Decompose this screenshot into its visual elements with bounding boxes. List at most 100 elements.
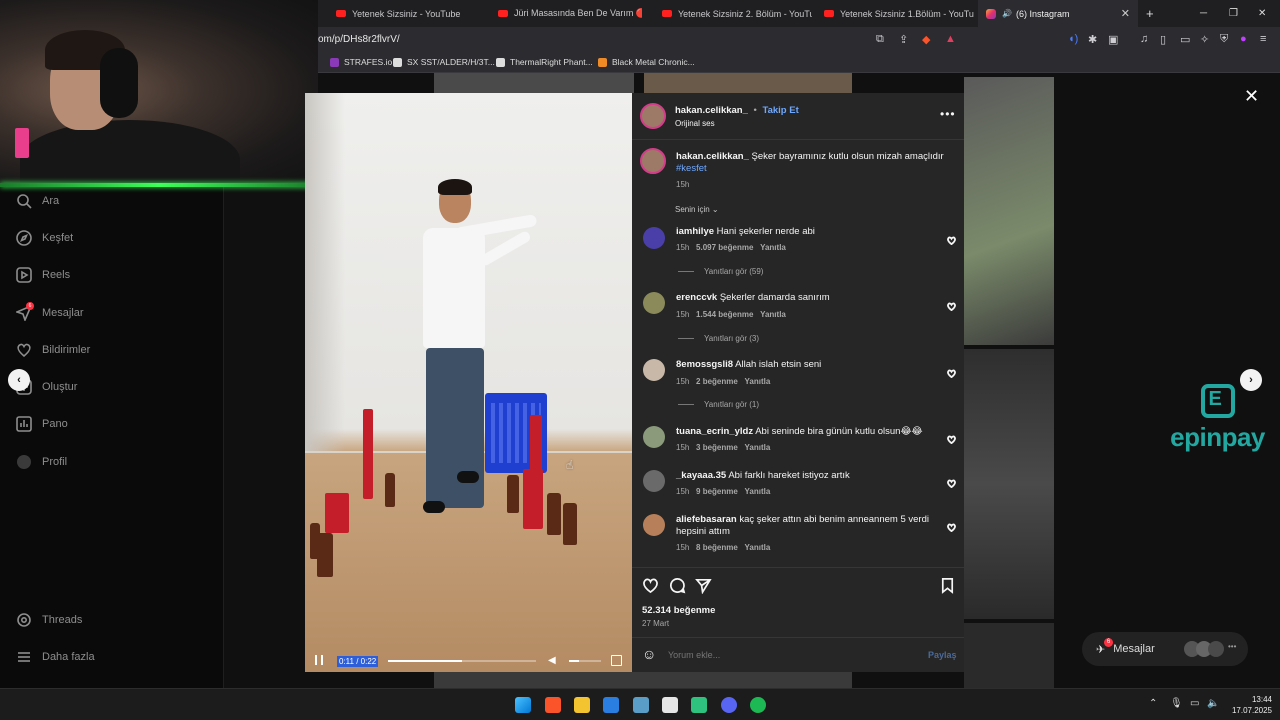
sidebar-item-search[interactable]: Ara <box>16 193 59 209</box>
sidebar-item-notifications[interactable]: Bildirimler <box>16 342 90 358</box>
emoji-icon[interactable]: ☺ <box>642 646 656 662</box>
restore-icon[interactable]: ❐ <box>1229 0 1238 27</box>
comment-like-button[interactable] <box>947 232 956 246</box>
url-field[interactable]: om/p/DHs8r2flvrV/ <box>318 34 400 45</box>
more-options-icon[interactable]: ••• <box>940 107 956 121</box>
comment-icon[interactable] <box>669 577 686 594</box>
comment-likes[interactable]: 5.097 beğenme <box>696 243 753 252</box>
bookmark-item[interactable]: SX SST/ALDER/H/3T... <box>393 57 495 67</box>
comment-like-button[interactable] <box>947 519 956 533</box>
comment-avatar[interactable] <box>643 292 665 314</box>
prev-post-button[interactable]: ‹ <box>8 369 30 391</box>
like-icon[interactable] <box>642 577 659 594</box>
comment-filter[interactable]: Senin için ⌄ <box>675 205 719 214</box>
minimize-icon[interactable]: ─ <box>1200 0 1207 27</box>
volume-icon[interactable]: ◀ <box>548 655 556 666</box>
messages-pill[interactable]: ✈ 6 Mesajlar ••• <box>1082 632 1248 666</box>
comment-username[interactable]: tuana_ecrin_yldz <box>676 426 753 437</box>
fullscreen-icon[interactable] <box>611 655 622 666</box>
comment-likes[interactable]: 2 beğenme <box>696 377 738 386</box>
volume-tray-icon[interactable]: 🔈 <box>1207 698 1219 709</box>
share-icon[interactable] <box>695 577 712 594</box>
comment-username[interactable]: _kayaaa.35 <box>676 470 726 481</box>
audio-icon[interactable]: ◖) <box>1068 33 1078 45</box>
reply-button[interactable]: Yanıtla <box>745 543 771 552</box>
profile-icon[interactable]: ● <box>1240 33 1247 45</box>
bookmark-item[interactable]: STRAFES.io <box>330 57 392 67</box>
view-replies-button[interactable]: Yanıtları gör (59) <box>678 267 763 276</box>
reply-button[interactable]: Yanıtla <box>745 487 771 496</box>
photos-icon[interactable] <box>603 697 619 713</box>
leo-icon[interactable]: ✧ <box>1200 33 1209 46</box>
bookmark-item[interactable]: Black Metal Chronic... <box>598 57 695 67</box>
close-window-icon[interactable]: ✕ <box>1258 0 1266 27</box>
caption-avatar[interactable] <box>640 148 666 174</box>
browser-tab[interactable]: Yetenek Sizsiniz 1.Bölüm - YouTube <box>824 0 974 27</box>
view-replies-button[interactable]: Yanıtları gör (1) <box>678 400 759 409</box>
comment-like-button[interactable] <box>947 298 956 312</box>
hashtag-link[interactable]: #kesfet <box>676 163 707 174</box>
author-username[interactable]: hakan.celikkan_ <box>675 105 748 116</box>
likes-count[interactable]: 52.314 beğenme <box>642 605 715 616</box>
bookmark-icon[interactable] <box>939 577 956 594</box>
author-avatar[interactable] <box>640 103 666 129</box>
notepad-icon[interactable] <box>662 697 678 713</box>
close-tab-icon[interactable]: ✕ <box>1121 7 1130 20</box>
comment-avatar[interactable] <box>643 470 665 492</box>
reply-button[interactable]: Yanıtla <box>745 443 771 452</box>
browser-tab[interactable]: Yetenek Sizsiniz 2. Bölüm - YouTube <box>662 0 812 27</box>
tray-overflow-icon[interactable]: ⌃ <box>1149 698 1157 709</box>
comment-like-button[interactable] <box>947 365 956 379</box>
app-icon[interactable] <box>633 697 649 713</box>
pause-icon[interactable] <box>315 655 323 665</box>
comment-avatar[interactable] <box>643 227 665 249</box>
reply-button[interactable]: Yanıtla <box>745 377 771 386</box>
system-clock[interactable]: 13:44 17.07.2025 <box>1222 694 1272 716</box>
app-icon[interactable] <box>691 697 707 713</box>
comment-username[interactable]: iamhilye <box>676 226 714 237</box>
menu-icon[interactable]: ≡ <box>1260 33 1266 45</box>
reply-button[interactable]: Yanıtla <box>760 243 786 252</box>
close-modal-icon[interactable]: ✕ <box>1244 86 1259 107</box>
microphone-icon[interactable]: 🎙 <box>1170 698 1183 709</box>
sidebar-item-explore[interactable]: Keşfet <box>16 230 73 246</box>
comment-likes[interactable]: 1.544 beğenme <box>696 310 753 319</box>
post-comment-button[interactable]: Paylaş <box>928 650 957 660</box>
share-icon[interactable]: ⇪ <box>899 33 908 46</box>
browser-tab[interactable]: Jüri Masasında Ben De Varım 🔴 | Yet <box>498 0 642 27</box>
open-external-icon[interactable]: ⧉ <box>876 33 884 46</box>
comment-likes[interactable]: 8 beğenme <box>696 543 738 552</box>
sidebar-item-threads[interactable]: Threads <box>16 612 82 628</box>
view-replies-button[interactable]: Yanıtları gör (3) <box>678 334 759 343</box>
comment-avatar[interactable] <box>643 359 665 381</box>
new-tab-button[interactable]: + <box>1146 0 1154 27</box>
brave-icon[interactable] <box>545 697 561 713</box>
extensions-icon[interactable]: ✱ <box>1088 33 1097 46</box>
brave-shield-icon[interactable]: ◆ <box>922 33 930 46</box>
comment-avatar[interactable] <box>643 514 665 536</box>
caption-username[interactable]: hakan.celikkan_ <box>676 151 749 162</box>
comment-avatar[interactable] <box>643 426 665 448</box>
video-progress-bar[interactable] <box>388 660 536 662</box>
audio-label[interactable]: Orijinal ses <box>675 119 715 128</box>
sidebar-item-more[interactable]: Daha fazla <box>16 649 95 665</box>
windows-start-icon[interactable] <box>515 697 531 713</box>
sidebar-item-messages[interactable]: 6 Mesajlar <box>16 302 84 321</box>
discord-icon[interactable] <box>721 697 737 713</box>
wallet-icon[interactable]: ▭ <box>1180 33 1190 46</box>
screenshot-icon[interactable]: ▣ <box>1108 33 1118 46</box>
browser-tab[interactable]: Yetenek Sizsiniz - YouTube <box>336 0 486 27</box>
sidebar-toggle-icon[interactable]: ▯ <box>1160 33 1166 46</box>
spotify-icon[interactable] <box>750 697 766 713</box>
follow-button[interactable]: Takip Et <box>763 105 799 116</box>
network-icon[interactable]: ▭ <box>1190 698 1199 709</box>
comment-username[interactable]: aliefebasaran <box>676 514 737 525</box>
comment-likes[interactable]: 3 beğenme <box>696 443 738 452</box>
vpn-icon[interactable]: ⛨ <box>1220 33 1228 46</box>
comment-input[interactable] <box>668 647 908 663</box>
sidebar-item-profile[interactable]: Profil <box>16 454 67 470</box>
sidebar-item-dashboard[interactable]: Pano <box>16 416 68 432</box>
browser-tab-active[interactable]: 🔊 (6) Instagram ✕ <box>978 0 1138 27</box>
comment-like-button[interactable] <box>947 431 956 445</box>
comment-username[interactable]: erenccvk <box>676 292 717 303</box>
